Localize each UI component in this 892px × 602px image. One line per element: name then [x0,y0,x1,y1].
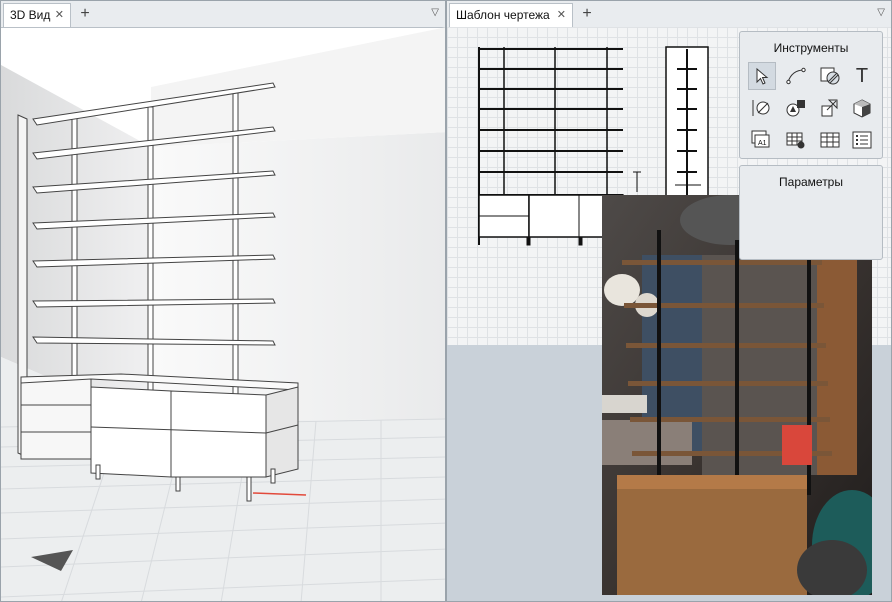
list-icon[interactable] [848,126,876,154]
shapes-icon[interactable] [782,94,810,122]
tools-title: Инструменты [773,41,849,55]
dimension-icon[interactable] [748,94,776,122]
close-icon[interactable]: ✕ [557,4,566,26]
tab-label: 3D Вид [10,8,51,22]
text-icon[interactable]: T [848,62,876,90]
table-settings-icon[interactable] [782,126,810,154]
3d-box-icon[interactable] [848,94,876,122]
curve-line-icon[interactable] [782,62,810,90]
view-3d-panel: 3D Вид ✕ + ▽ [0,0,446,602]
select-cursor-icon[interactable] [748,62,776,90]
export-box-icon[interactable] [816,94,844,122]
add-tab-button[interactable]: + [74,3,96,27]
tab-bar: 3D Вид ✕ + ▽ [1,1,445,28]
tab-label: Шаблон чертежа [456,8,550,22]
side-elevation-drawing [665,46,709,198]
close-icon[interactable]: ✕ [55,4,64,26]
tools-palette: Инструменты T A1 [739,31,883,159]
sheet-a1-icon[interactable]: A1 [748,126,776,154]
svg-text:A1: A1 [758,140,767,147]
add-tab-button[interactable]: + [576,3,598,27]
hatch-fill-icon[interactable] [816,62,844,90]
parameters-title: Параметры [779,175,843,189]
drawing-template-panel: Шаблон чертежа ✕ + ▽ Инструменты T A1 Па… [446,0,892,602]
chevron-down-icon[interactable]: ▽ [877,7,885,18]
chevron-down-icon[interactable]: ▽ [431,7,439,18]
table-icon[interactable] [816,126,844,154]
parameters-panel: Параметры [739,165,883,260]
tab-bar: Шаблон чертежа ✕ + ▽ [447,1,891,28]
tab-drawing-template[interactable]: Шаблон чертежа ✕ [449,3,573,27]
3d-viewport[interactable] [1,27,446,602]
tab-3d-view[interactable]: 3D Вид ✕ [3,3,71,27]
